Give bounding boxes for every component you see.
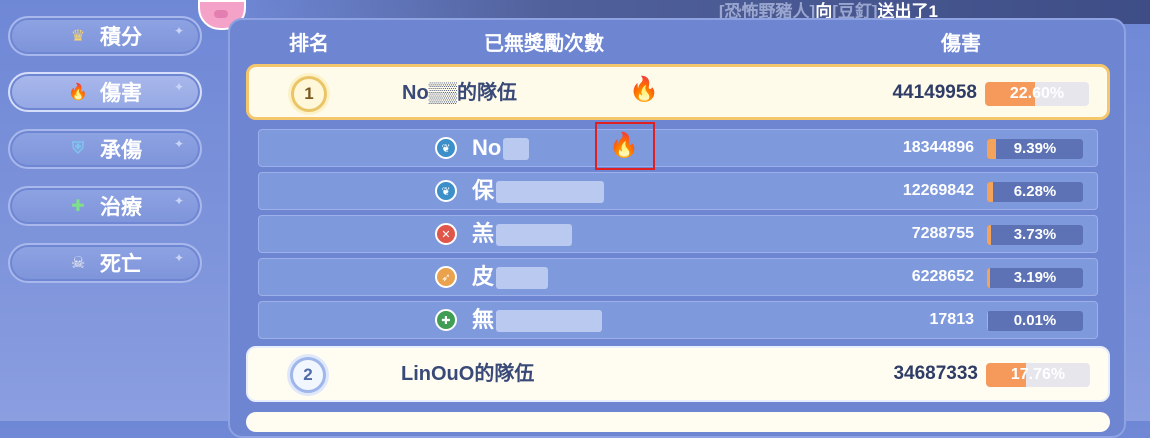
member-percent-bar: 0.01% (987, 311, 1083, 331)
member-name: No (472, 130, 530, 166)
shield-icon: ⛨ (71, 140, 84, 157)
cross-icon: ✚ (435, 309, 457, 331)
team-damage: 44149958 (892, 82, 977, 103)
damage-percent: 17.76% (1010, 366, 1066, 383)
blurred-name (496, 181, 605, 204)
highlight-box (595, 122, 655, 170)
sparkle-icon: ✦ (173, 137, 184, 151)
member-percent-bar: 6.28% (987, 182, 1083, 202)
fire-icon: 🔥 (629, 76, 659, 103)
header-damage: 傷害 (941, 33, 981, 55)
crossed-swords-icon: ✕ (435, 223, 457, 245)
member-percent-bar: 9.39% (987, 139, 1083, 159)
member-damage: 7288755 (911, 225, 974, 242)
sparkle-icon: ✦ (173, 24, 184, 38)
damage-percent-bar: 22.60% (985, 82, 1089, 106)
sidebar-item-healing[interactable]: ✚ 治療 ✦ (8, 186, 202, 226)
member-damage: 6228652 (911, 268, 974, 285)
member-percent: 3.73% (1013, 226, 1057, 243)
plus-icon: ✚ (71, 198, 85, 215)
member-name: 羔 (472, 216, 573, 252)
member-percent: 0.01% (1013, 312, 1057, 329)
leaf-icon: ❦ (435, 137, 457, 159)
member-row[interactable]: ❦ 保 12269842 6.28% (258, 172, 1098, 210)
crown-icon: ♛ (70, 28, 86, 45)
member-percent: 3.19% (1013, 269, 1057, 286)
sparkle-icon: ✦ (173, 194, 184, 208)
header-no-reward: 已無獎勵次數 (484, 33, 604, 55)
team-name: LinOuO的隊伍 (401, 363, 535, 385)
member-damage: 18344896 (902, 139, 974, 156)
damage-percent: 22.60% (1009, 85, 1065, 102)
member-name: 保 (472, 173, 605, 209)
rank-badge: 2 (290, 357, 326, 393)
bow-icon: ➶ (435, 266, 457, 288)
blurred-name (496, 310, 603, 333)
member-damage: 17813 (929, 311, 975, 328)
team-row[interactable]: 1 No▒▒的隊伍 🔥 44149958 22.60% (246, 64, 1110, 120)
leaf-icon: ❦ (435, 180, 457, 202)
skull-icon: ☠ (70, 255, 86, 272)
sparkle-icon: ✦ (173, 80, 184, 94)
sidebar-item-damage[interactable]: 🔥 傷害 ✦ (8, 72, 202, 112)
member-name: 無 (472, 302, 603, 338)
sidebar-item-label: 死亡 (100, 253, 142, 276)
fire-icon: 🔥 (68, 84, 88, 101)
header-rank: 排名 (289, 33, 329, 55)
damage-percent-bar: 17.76% (986, 363, 1090, 387)
sparkle-icon: ✦ (173, 251, 184, 265)
sidebar-item-damage-taken[interactable]: ⛨ 承傷 ✦ (8, 129, 202, 169)
member-percent: 9.39% (1013, 140, 1057, 157)
sidebar-item-label: 承傷 (100, 139, 142, 162)
sidebar-item-score[interactable]: ♛ 積分 ✦ (8, 16, 202, 56)
team-row[interactable]: 2 LinOuO的隊伍 34687333 17.76% (246, 346, 1110, 402)
member-name: 皮 (472, 259, 549, 295)
blurred-name (496, 267, 549, 290)
sidebar-item-label: 治療 (100, 196, 142, 219)
member-percent-bar: 3.73% (987, 225, 1083, 245)
member-percent-bar: 3.19% (987, 268, 1083, 288)
sidebar-item-label: 傷害 (100, 82, 142, 105)
member-row[interactable]: ➶ 皮 6228652 3.19% (258, 258, 1098, 296)
member-row[interactable]: ✕ 羔 7288755 3.73% (258, 215, 1098, 253)
team-row-partial (246, 412, 1110, 432)
team-damage: 34687333 (893, 363, 978, 384)
member-percent: 6.28% (1013, 183, 1057, 200)
rank-badge: 1 (291, 76, 327, 112)
member-row[interactable]: ✚ 無 17813 0.01% (258, 301, 1098, 339)
blurred-name (503, 138, 530, 161)
sidebar-item-deaths[interactable]: ☠ 死亡 ✦ (8, 243, 202, 283)
member-damage: 12269842 (902, 182, 974, 199)
sidebar-item-label: 積分 (100, 26, 142, 49)
team-name: No▒▒的隊伍 (402, 82, 517, 104)
member-row[interactable]: ❦ No 18344896 9.39% (258, 129, 1098, 167)
blurred-name (496, 224, 573, 247)
